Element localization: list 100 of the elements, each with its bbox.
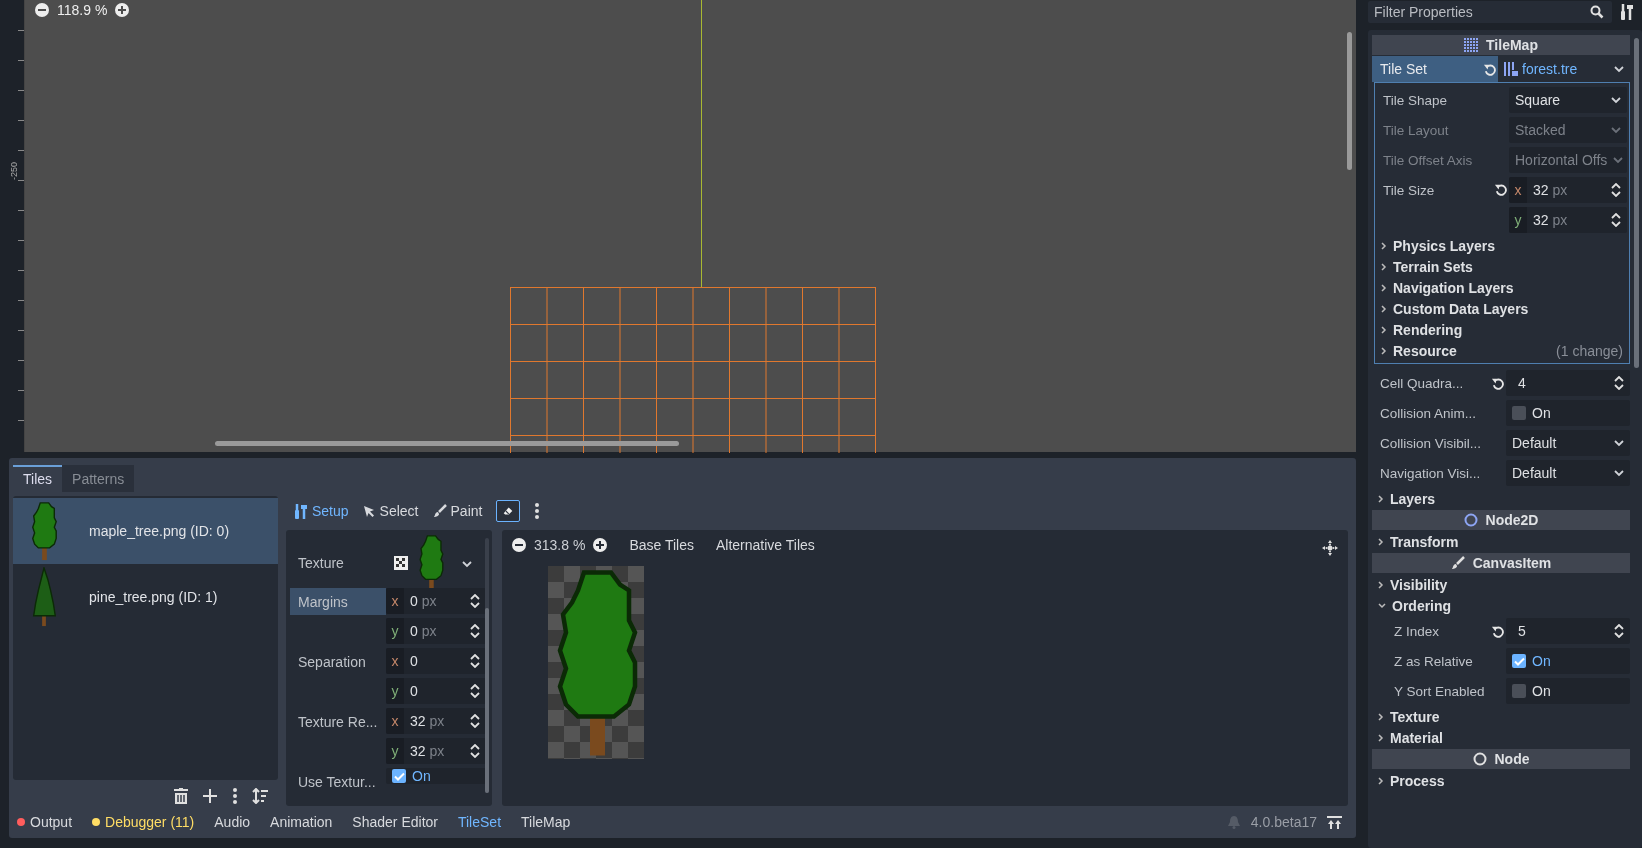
spinner-icon[interactable] <box>470 624 480 638</box>
eraser-button[interactable] <box>496 500 521 522</box>
spinner-icon[interactable] <box>470 714 480 728</box>
checkbox-label: On <box>1532 683 1552 699</box>
grid-icon <box>1504 62 1518 76</box>
chevron-right-icon <box>1378 733 1384 742</box>
move-icon[interactable] <box>1322 540 1338 556</box>
tile-texture[interactable] <box>548 566 644 759</box>
zoom-out-icon[interactable] <box>512 538 526 552</box>
mode-tab[interactable]: Paint <box>432 503 483 519</box>
scrollbar[interactable] <box>1347 32 1352 170</box>
property-group[interactable]: Rendering <box>1375 319 1627 340</box>
spinner-icon[interactable] <box>470 684 480 698</box>
number-field[interactable]: y 32 px <box>386 738 486 764</box>
property-group[interactable]: Physics Layers <box>1375 235 1627 256</box>
kebab-menu-icon[interactable] <box>232 788 238 804</box>
viewport-canvas[interactable]: 118.9 % <box>25 0 1356 452</box>
zoom-in-icon[interactable] <box>115 3 130 17</box>
revert-icon[interactable] <box>1490 624 1504 638</box>
section-header[interactable]: Node <box>1372 749 1630 769</box>
number-field[interactable]: x 32 px <box>1509 177 1627 203</box>
property-group[interactable]: Material <box>1372 727 1630 748</box>
atlas-tab[interactable]: Base Tiles <box>615 537 694 553</box>
property-group[interactable]: Visibility <box>1372 574 1630 595</box>
dropdown[interactable]: Square <box>1509 87 1627 113</box>
mode-tab[interactable]: Setup <box>294 503 349 519</box>
chevron-right-icon <box>1381 262 1387 271</box>
number-field[interactable]: x 32 px <box>386 708 486 734</box>
number-field[interactable]: 4 <box>1506 370 1630 396</box>
property-group[interactable]: Navigation Layers <box>1375 277 1627 298</box>
chevron-down-icon <box>1378 602 1386 609</box>
sort-icon[interactable] <box>252 788 268 804</box>
panel-tab[interactable]: TileSet <box>457 814 502 830</box>
panel-tab[interactable]: Debugger (11) <box>92 814 195 830</box>
panel-tab[interactable]: Animation <box>270 814 333 830</box>
number-field[interactable]: x 0 px <box>386 588 486 614</box>
axis-label: x <box>386 648 404 674</box>
spinner-icon[interactable] <box>1611 213 1621 227</box>
property-group[interactable]: Layers <box>1372 488 1630 509</box>
property-group[interactable]: Process <box>1372 770 1630 791</box>
checkbox[interactable] <box>392 769 406 783</box>
search-icon <box>1590 5 1604 19</box>
panel-tab[interactable]: Audio <box>214 814 251 830</box>
scrollbar[interactable] <box>215 441 679 446</box>
mode-tab[interactable]: Select <box>362 503 419 519</box>
trash-icon[interactable] <box>174 788 188 804</box>
section-header[interactable]: TileMap <box>1372 35 1630 55</box>
section-title: CanvasItem <box>1472 555 1552 571</box>
spinner-icon[interactable] <box>1614 624 1624 638</box>
dropdown[interactable]: Default <box>1506 430 1630 456</box>
zoom-out-icon[interactable] <box>35 3 49 17</box>
checkbox[interactable] <box>1512 654 1526 668</box>
expand-panel-icon[interactable] <box>1327 815 1342 829</box>
property-group[interactable]: Ordering <box>1372 595 1630 616</box>
panel-tab[interactable]: TileMap <box>521 814 571 830</box>
source-item[interactable]: maple_tree.png (ID: 0) <box>13 498 278 564</box>
property-group[interactable]: Custom Data Layers <box>1375 298 1627 319</box>
section-header[interactable]: Node2D <box>1372 510 1630 530</box>
property-group[interactable]: Resource (1 change) <box>1375 340 1627 361</box>
spinner-icon[interactable] <box>470 654 480 668</box>
revert-icon[interactable] <box>1490 376 1504 390</box>
source-item[interactable]: pine_tree.png (ID: 1) <box>13 564 278 630</box>
number-field[interactable]: y 32 px <box>1509 207 1627 233</box>
property-label: Margins <box>290 588 386 615</box>
panel-tab[interactable]: Shader Editor <box>352 814 438 830</box>
spinner-icon[interactable] <box>470 594 480 608</box>
chevron-right-icon <box>1378 776 1384 785</box>
kebab-menu-icon[interactable] <box>534 503 541 519</box>
tools-icon[interactable] <box>1620 4 1634 20</box>
field-value: 0 <box>410 683 419 699</box>
spinner-icon[interactable] <box>1611 183 1621 197</box>
atlas-tab[interactable]: Alternative Tiles <box>701 537 815 553</box>
property-group[interactable]: Transform <box>1372 531 1630 552</box>
grid-icon <box>1464 38 1479 52</box>
plus-icon[interactable] <box>202 788 218 804</box>
zoom-in-icon[interactable] <box>593 538 608 552</box>
checkbox[interactable] <box>1512 684 1526 698</box>
property-group[interactable]: Terrain Sets <box>1375 256 1627 277</box>
cursor-icon <box>362 504 376 518</box>
tools-icon <box>294 503 308 519</box>
spinner-icon[interactable] <box>1614 376 1624 390</box>
checkbox[interactable] <box>1512 406 1526 420</box>
number-field[interactable]: y 0 px <box>386 618 486 644</box>
chevron-right-icon <box>1381 241 1387 250</box>
checker-icon <box>394 556 408 570</box>
number-field[interactable]: x 0 <box>386 648 486 674</box>
section-header[interactable]: CanvasItem <box>1372 553 1630 573</box>
number-field[interactable]: 5 <box>1506 618 1630 644</box>
tab[interactable]: Patterns <box>62 465 135 492</box>
scrollbar[interactable] <box>1634 38 1639 368</box>
revert-icon[interactable] <box>1482 62 1496 76</box>
dropdown[interactable]: Default <box>1506 460 1630 486</box>
revert-icon[interactable] <box>1493 183 1507 196</box>
field-value: 32 px <box>410 713 446 729</box>
property-group[interactable]: Texture <box>1372 706 1630 727</box>
panel-tab[interactable]: Output <box>17 814 73 830</box>
spinner-icon[interactable] <box>470 744 480 758</box>
filter-field[interactable]: Filter Properties <box>1368 1 1612 23</box>
chevron-right-icon <box>1378 537 1384 546</box>
number-field[interactable]: y 0 <box>386 678 486 704</box>
